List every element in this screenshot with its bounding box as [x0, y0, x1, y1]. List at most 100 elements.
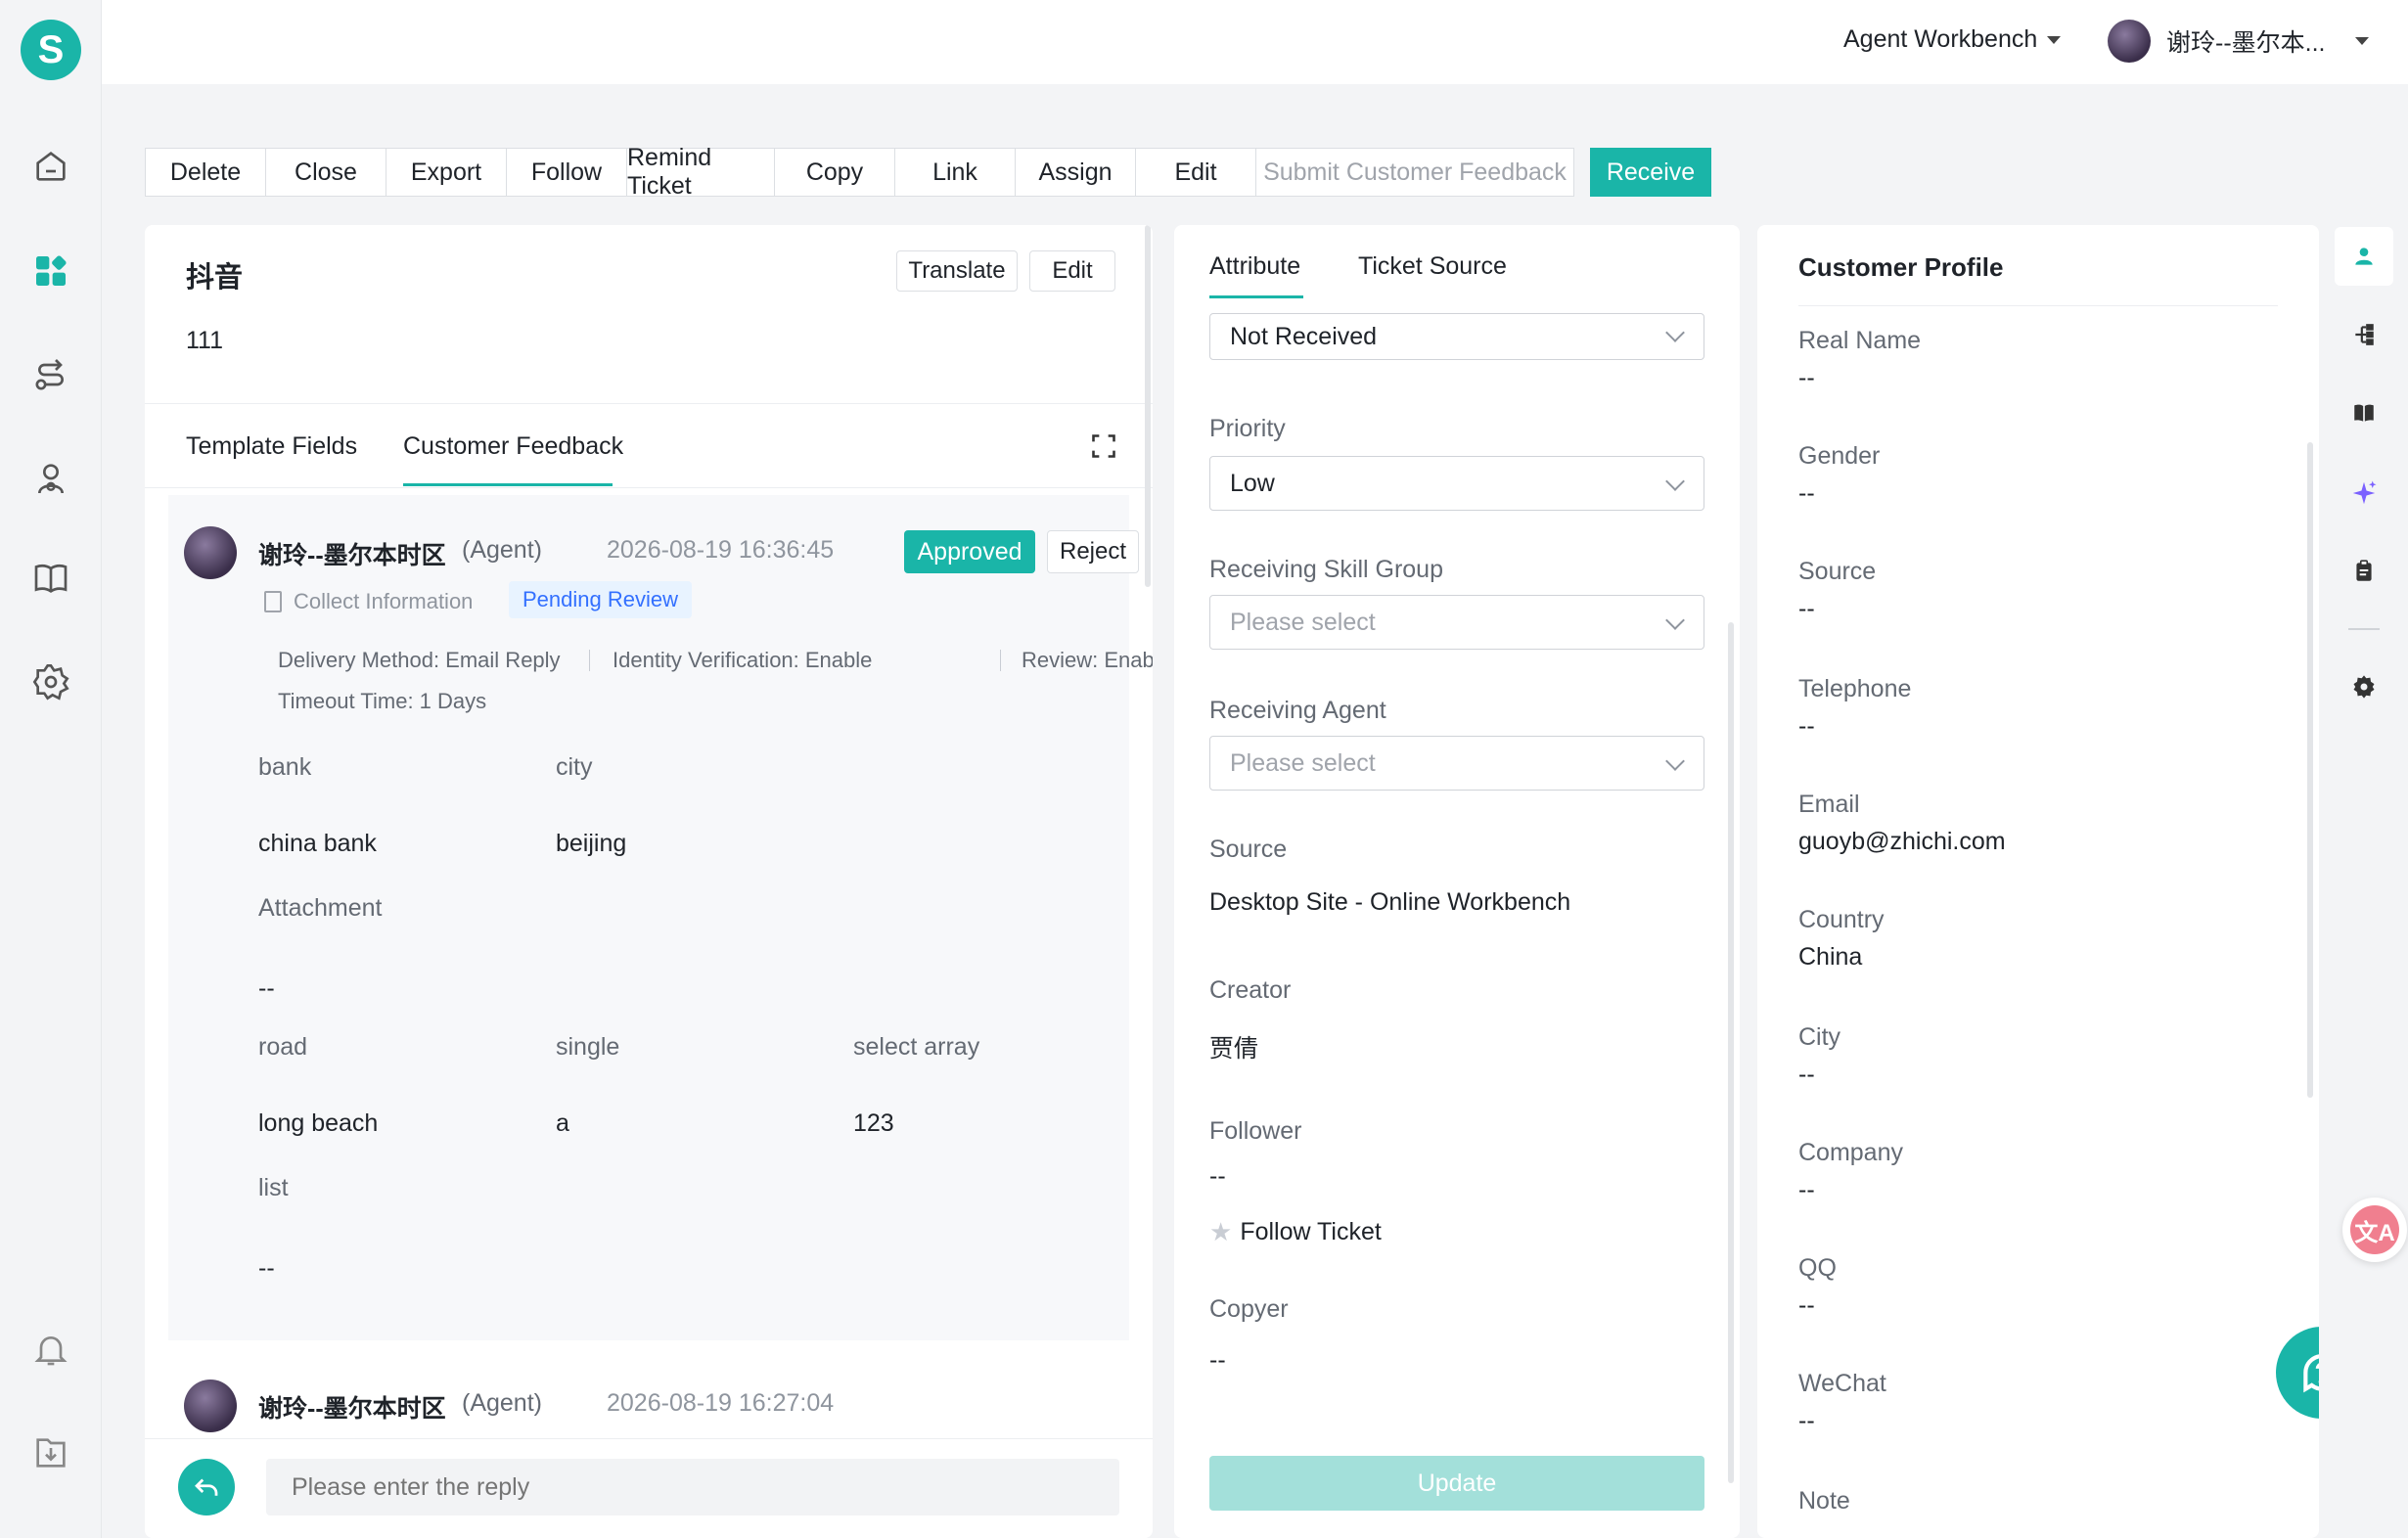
- settings-icon[interactable]: [2337, 659, 2391, 714]
- copy-button[interactable]: Copy: [774, 148, 895, 197]
- profile-title: Customer Profile: [1798, 252, 2004, 282]
- field-value-bank: china bank: [258, 830, 377, 857]
- export-button[interactable]: Export: [386, 148, 507, 197]
- divider: [2348, 628, 2380, 630]
- tab-ticket-source[interactable]: Ticket Source: [1358, 252, 1507, 281]
- close-button[interactable]: Close: [265, 148, 386, 197]
- skill-group-label: Receiving Skill Group: [1209, 556, 1443, 583]
- receiving-agent-label: Receiving Agent: [1209, 697, 1386, 724]
- active-tab-indicator: [1209, 295, 1303, 298]
- profile-label: Company: [1798, 1139, 1903, 1166]
- download-icon[interactable]: [26, 1428, 75, 1477]
- tab-customer-feedback[interactable]: Customer Feedback: [403, 432, 623, 461]
- fullscreen-icon[interactable]: [1090, 432, 1117, 460]
- chevron-down-icon: [1665, 472, 1685, 491]
- avatar: [2108, 20, 2151, 63]
- link-button[interactable]: Link: [894, 148, 1016, 197]
- assign-button[interactable]: Assign: [1015, 148, 1136, 197]
- workbench-switcher[interactable]: Agent Workbench: [1843, 25, 2062, 54]
- feedback-author: 谢玲--墨尔本时区: [258, 1395, 446, 1423]
- home-icon[interactable]: [26, 142, 75, 191]
- profile-value: --: [1798, 364, 1815, 391]
- submit-feedback-button[interactable]: Submit Customer Feedback: [1255, 148, 1574, 197]
- remind-ticket-button[interactable]: Remind Ticket: [626, 144, 775, 200]
- profile-value: --: [1798, 1061, 1815, 1088]
- scrollbar[interactable]: [1145, 225, 1151, 587]
- routing-icon[interactable]: [26, 350, 75, 399]
- settings-icon[interactable]: [26, 657, 75, 706]
- app-logo[interactable]: S: [21, 20, 81, 80]
- translate-icon[interactable]: 文A: [2342, 1198, 2407, 1262]
- tab-attribute[interactable]: Attribute: [1209, 252, 1300, 281]
- reply-input[interactable]: [266, 1459, 1119, 1515]
- book-icon[interactable]: [26, 554, 75, 603]
- user-icon[interactable]: [2335, 227, 2393, 286]
- field-value-road: long beach: [258, 1109, 379, 1137]
- field-value-attachment: --: [258, 974, 275, 1002]
- sparkle-icon[interactable]: [2337, 466, 2391, 520]
- receive-button[interactable]: Receive: [1590, 148, 1711, 197]
- creator-label: Creator: [1209, 976, 1292, 1004]
- dashboard-icon[interactable]: [26, 247, 75, 295]
- help-button[interactable]: [2276, 1327, 2319, 1419]
- book-icon[interactable]: [2337, 385, 2391, 440]
- delivery-method: Delivery Method: Email Reply: [278, 648, 561, 672]
- profile-value: --: [1798, 712, 1815, 740]
- feedback-role: (Agent): [462, 1389, 542, 1417]
- tab-template-fields[interactable]: Template Fields: [186, 432, 357, 461]
- profile-label: Telephone: [1798, 675, 1912, 702]
- field-label-attachment: Attachment: [258, 894, 383, 922]
- bell-icon[interactable]: [26, 1325, 75, 1374]
- divider: [145, 403, 1153, 404]
- edit-button[interactable]: Edit: [1135, 148, 1256, 197]
- profile-label: WeChat: [1798, 1370, 1886, 1397]
- profile-value: --: [1798, 595, 1815, 622]
- profile-label: City: [1798, 1023, 1841, 1051]
- profile-value: --: [1798, 479, 1815, 507]
- divider: [1000, 650, 1001, 671]
- status-select[interactable]: Not Received: [1209, 313, 1704, 360]
- customer-profile-panel: Customer Profile Real Name -- Gender -- …: [1757, 225, 2319, 1538]
- copyer-label: Copyer: [1209, 1295, 1289, 1323]
- field-value-select-array: 123: [853, 1109, 894, 1137]
- scrollbar[interactable]: [2307, 442, 2313, 1098]
- field-label-road: road: [258, 1033, 308, 1061]
- delete-button[interactable]: Delete: [145, 148, 266, 197]
- active-tab-indicator: [403, 483, 613, 486]
- source-label: Source: [1209, 836, 1288, 863]
- profile-label: QQ: [1798, 1254, 1837, 1282]
- user-menu[interactable]: 谢玲--墨尔本...: [2108, 20, 2369, 63]
- field-value-city: beijing: [556, 830, 627, 857]
- follow-button[interactable]: Follow: [506, 148, 627, 197]
- ticket-toolbar: Delete Close Export Follow Remind Ticket…: [145, 144, 1711, 200]
- left-nav: S: [0, 0, 102, 1538]
- tree-icon[interactable]: [2337, 307, 2391, 362]
- profile-label: Note: [1798, 1487, 1850, 1515]
- field-label-city: city: [556, 753, 593, 781]
- agent-icon[interactable]: [26, 454, 75, 503]
- reject-button[interactable]: Reject: [1047, 530, 1139, 573]
- feedback-time: 2026-08-19 16:36:45: [607, 536, 835, 564]
- update-button[interactable]: Update: [1209, 1456, 1704, 1511]
- clipboard-icon[interactable]: [2337, 544, 2391, 599]
- skill-group-select[interactable]: Please select: [1209, 595, 1704, 650]
- copyer-value: --: [1209, 1346, 1226, 1374]
- right-icon-rail: 文A: [2319, 225, 2408, 1538]
- ticket-edit-button[interactable]: Edit: [1029, 250, 1115, 292]
- reply-back-icon[interactable]: [178, 1459, 235, 1515]
- review-setting: Review: Enable: [1022, 648, 1153, 672]
- profile-value: China: [1798, 943, 1863, 971]
- priority-select[interactable]: Low: [1209, 456, 1704, 511]
- ticket-detail-panel: 抖音 Translate Edit 111 Template Fields Cu…: [145, 225, 1153, 1538]
- follow-ticket-link[interactable]: ★ Follow Ticket: [1209, 1217, 1382, 1247]
- receiving-agent-select[interactable]: Please select: [1209, 736, 1704, 791]
- scrollbar[interactable]: [1728, 622, 1734, 1483]
- divider: [589, 650, 590, 671]
- feedback-card: 谢玲--墨尔本时区 (Agent) 2026-08-19 16:36:45 Ap…: [168, 495, 1153, 1340]
- field-value-list: --: [258, 1254, 275, 1282]
- status-badge: Pending Review: [509, 581, 692, 618]
- approved-button[interactable]: Approved: [904, 530, 1035, 573]
- timeout-time: Timeout Time: 1 Days: [278, 689, 487, 713]
- profile-label: Country: [1798, 906, 1885, 933]
- translate-button[interactable]: Translate: [896, 250, 1018, 292]
